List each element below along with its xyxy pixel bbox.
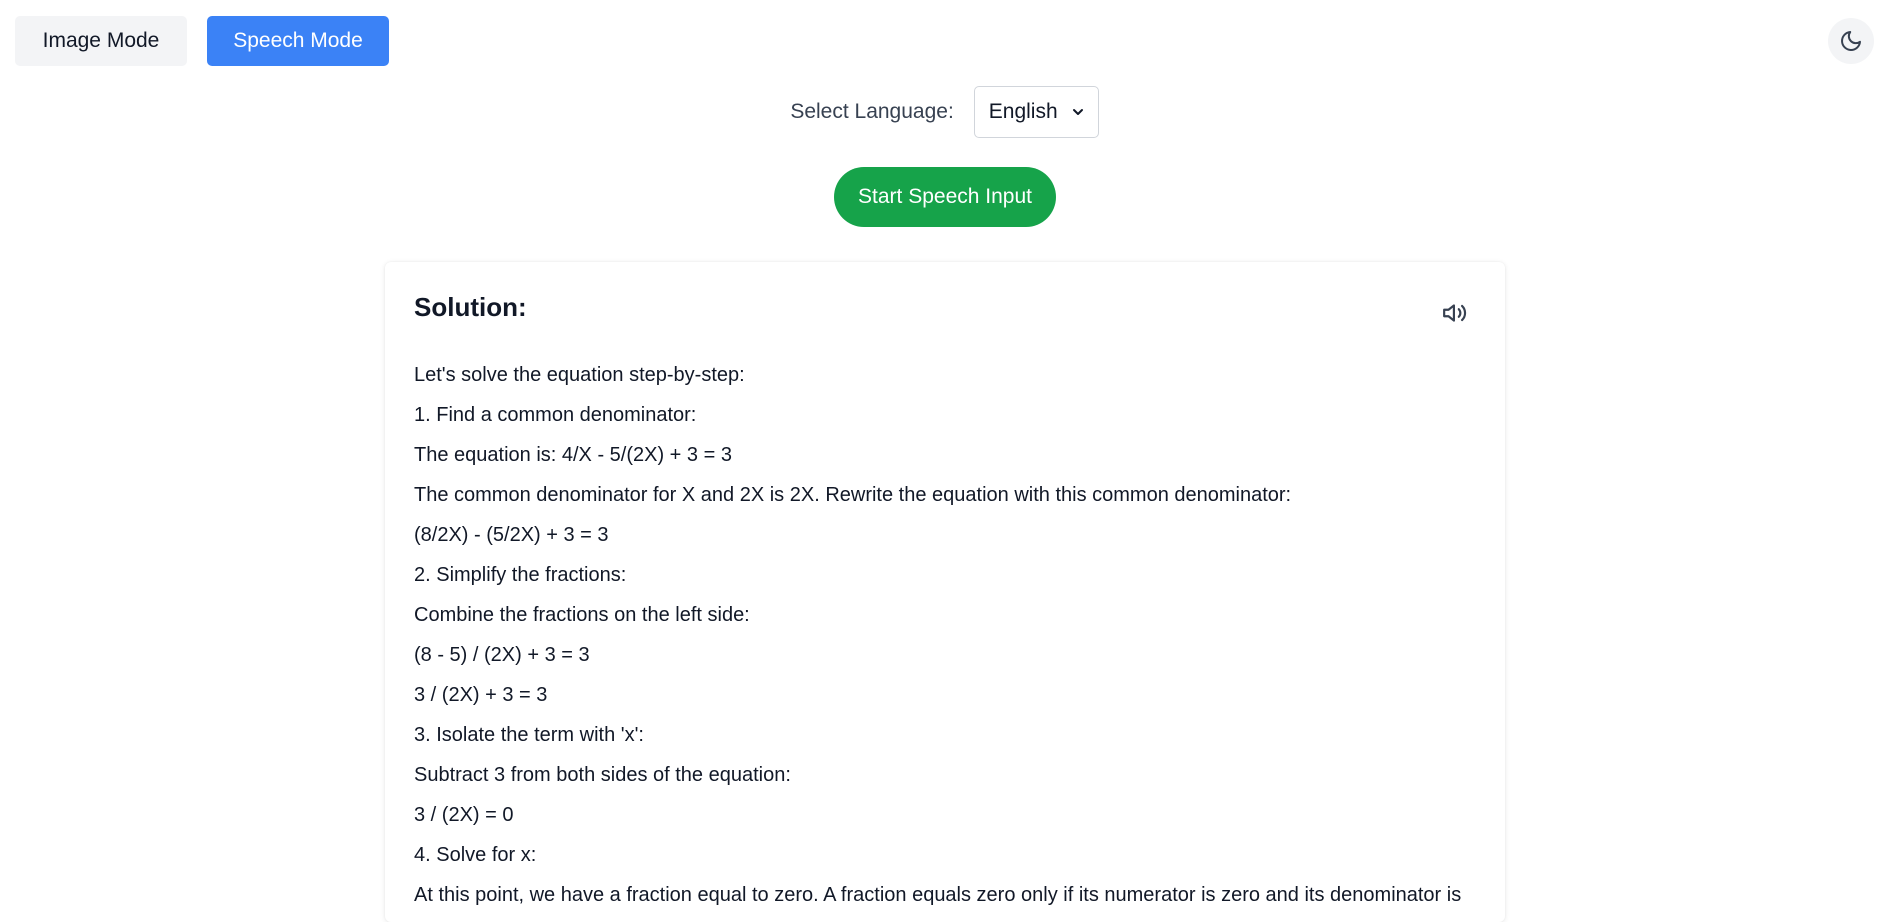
solution-line: 3 / (2X) + 3 = 3 xyxy=(414,684,548,706)
image-mode-button[interactable]: Image Mode xyxy=(15,16,187,66)
theme-toggle-button[interactable] xyxy=(1828,18,1874,64)
language-selected-value: English xyxy=(988,100,1058,123)
solution-line: 1. Find a common denominator: xyxy=(414,404,697,426)
solution-line: At this point, we have a fraction equal … xyxy=(414,884,1462,906)
solution-line: (8 - 5) / (2X) + 3 = 3 xyxy=(414,644,590,666)
solution-line: Subtract 3 from both sides of the equati… xyxy=(414,764,791,786)
solution-line: 3. Isolate the term with 'x': xyxy=(414,724,644,746)
solution-line: The equation is: 4/X - 5/(2X) + 3 = 3 xyxy=(414,444,732,466)
solution-line: Combine the fractions on the left side: xyxy=(414,604,750,626)
language-selector-row: Select Language: English xyxy=(0,86,1889,138)
language-select[interactable]: English xyxy=(973,86,1099,138)
solution-line: 2. Simplify the fractions: xyxy=(414,564,627,586)
language-label: Select Language: xyxy=(790,100,954,123)
chevron-down-icon xyxy=(1072,106,1084,118)
speech-mode-button[interactable]: Speech Mode xyxy=(207,16,389,66)
solution-card: Solution: Let's solve the equation step-… xyxy=(385,262,1505,922)
read-aloud-button[interactable] xyxy=(1439,298,1471,328)
solution-title: Solution: xyxy=(414,292,527,322)
solution-line: 4. Solve for x: xyxy=(414,844,537,866)
speaker-icon xyxy=(1442,300,1468,326)
solution-line: (8/2X) - (5/2X) + 3 = 3 xyxy=(414,524,609,546)
solution-line: Let's solve the equation step-by-step: xyxy=(414,364,745,386)
solution-line: The common denominator for X and 2X is 2… xyxy=(414,484,1292,506)
moon-icon xyxy=(1839,29,1863,53)
solution-line: 3 / (2X) = 0 xyxy=(414,804,514,826)
start-speech-input-button[interactable]: Start Speech Input xyxy=(834,167,1056,227)
solution-body: Let's solve the equation step-by-step: 1… xyxy=(414,355,1484,915)
